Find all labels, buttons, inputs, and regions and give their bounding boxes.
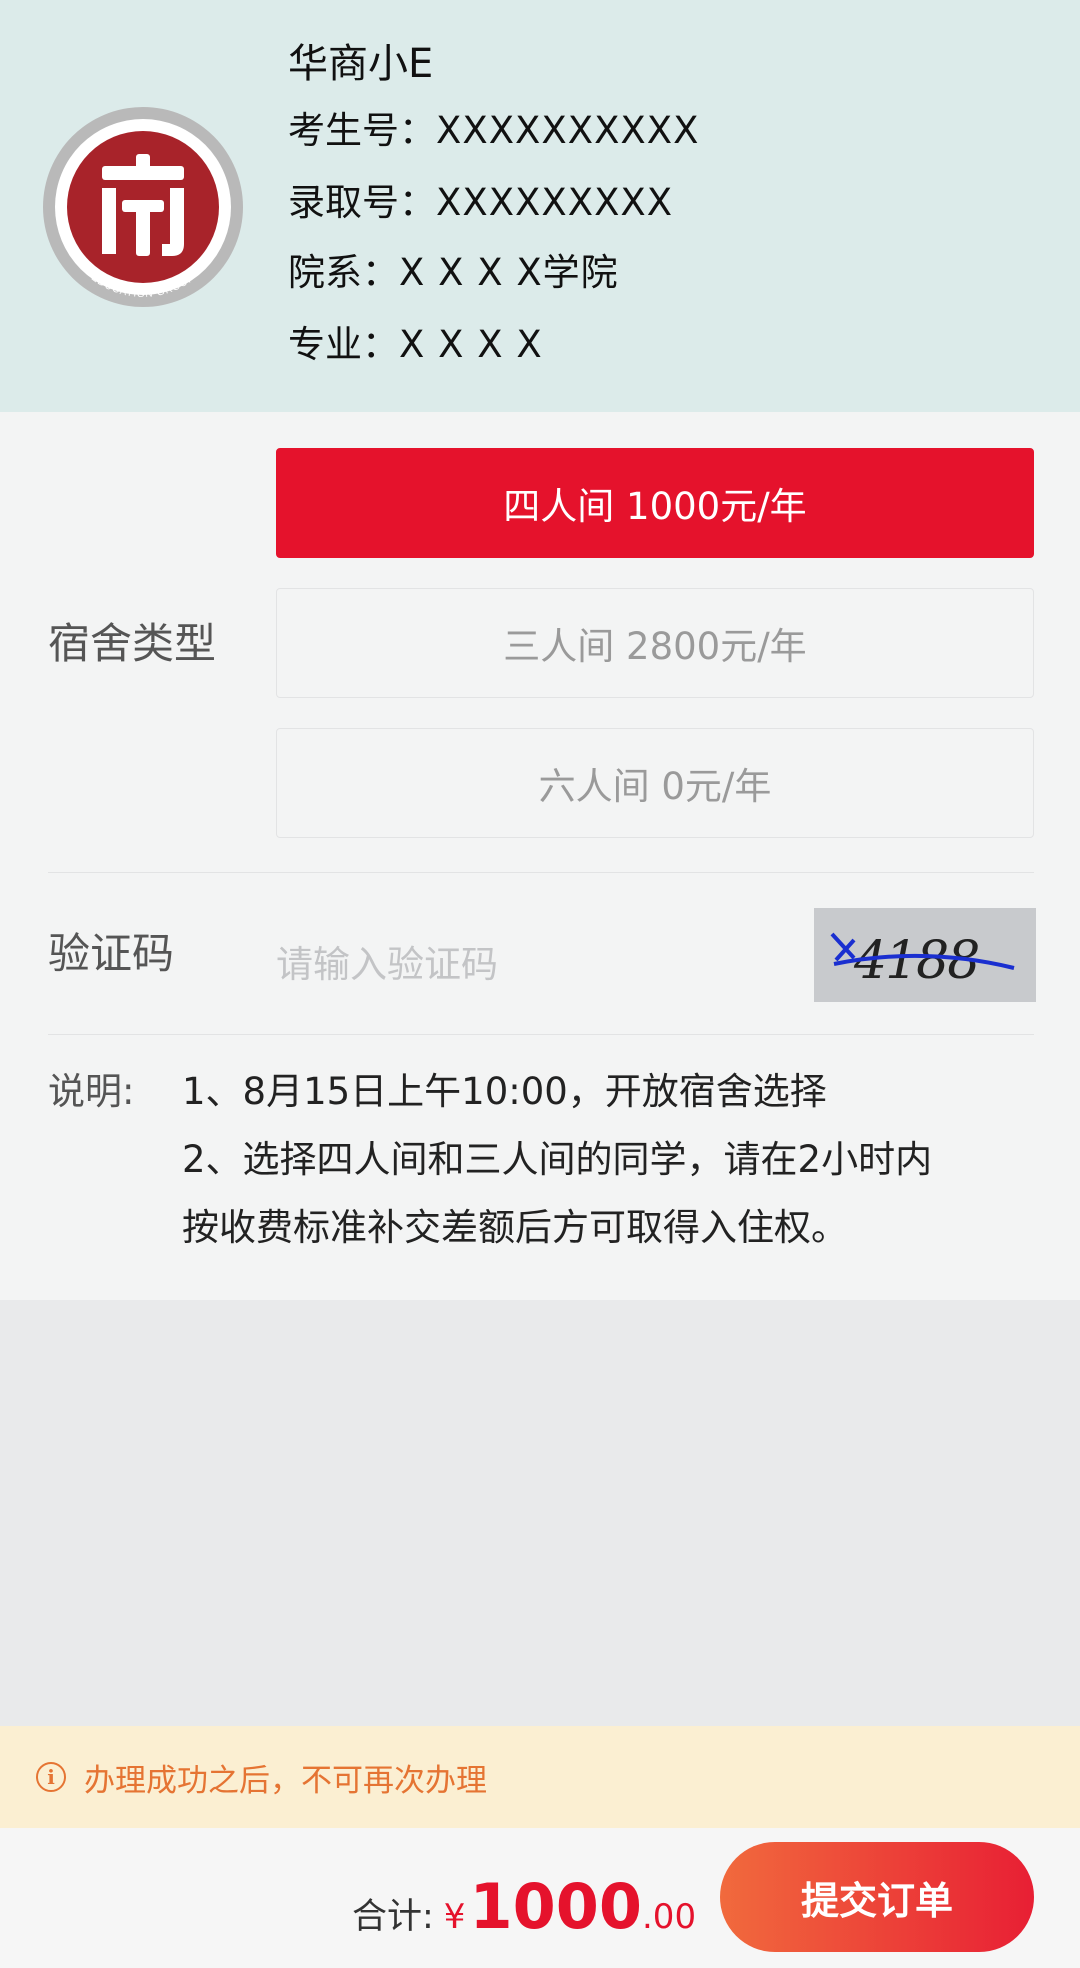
- room-option-four[interactable]: 四人间 1000元/年: [276, 448, 1034, 558]
- divider: [48, 1034, 1034, 1035]
- captcha-label: 验证码: [48, 929, 175, 978]
- student-name: 华商小E: [288, 41, 434, 87]
- currency-symbol: ¥: [443, 1897, 466, 1937]
- room-option-six[interactable]: 六人间 0元/年: [276, 728, 1034, 838]
- huashang-logo: HUASHANG EDUCATION GROUP: [40, 104, 246, 310]
- total-amount: 合计: ¥ 1000 .00: [352, 1828, 696, 1968]
- amount-integer: 1000: [469, 1870, 642, 1943]
- captcha-text: 4188: [853, 931, 979, 991]
- major-value: X X X X: [399, 323, 543, 366]
- exam-number-row: 考生号：XXXXXXXXXX: [288, 106, 699, 156]
- captcha-input[interactable]: [276, 924, 776, 1004]
- amount-decimal: .00: [642, 1897, 697, 1937]
- captcha-image[interactable]: 4188: [814, 908, 1036, 1002]
- warning-text: 办理成功之后，不可再次办理: [84, 1762, 487, 1799]
- warning-bar: i 办理成功之后，不可再次办理: [0, 1726, 1080, 1828]
- logo-emblem-icon: HUASHANG EDUCATION GROUP: [43, 107, 243, 307]
- note-line-1: 1、8月15日上午10:00，开放宿舍选择: [182, 1070, 827, 1113]
- profile-header: HUASHANG EDUCATION GROUP 华商小E 考生号：XXXXXX…: [0, 0, 1080, 412]
- admission-number-value: XXXXXXXXX: [436, 181, 674, 224]
- divider: [48, 872, 1034, 873]
- total-label: 合计:: [352, 1897, 434, 1937]
- captcha-graphic: 4188: [814, 908, 1036, 1002]
- info-icon: i: [36, 1762, 66, 1792]
- submit-order-button[interactable]: 提交订单: [720, 1842, 1034, 1952]
- exam-number-value: XXXXXXXXXX: [436, 109, 700, 152]
- checkout-bar: 合计: ¥ 1000 .00 提交订单: [0, 1828, 1080, 1968]
- room-type-label: 宿舍类型: [48, 619, 217, 668]
- notes-label: 说明:: [48, 1070, 135, 1113]
- dorm-form: 四人间 1000元/年 宿舍类型 三人间 2800元/年 六人间 0元/年 验证…: [0, 412, 1080, 1300]
- department-row: 院系：X X X X学院: [288, 248, 619, 298]
- admission-number-label: 录取号：: [288, 181, 436, 224]
- department-label: 院系：: [288, 251, 399, 294]
- major-label: 专业：: [288, 323, 399, 366]
- note-line-3: 按收费标准补交差额后方可取得入住权。: [182, 1206, 848, 1249]
- exam-number-label: 考生号：: [288, 109, 436, 152]
- admission-number-row: 录取号：XXXXXXXXX: [288, 178, 673, 228]
- major-row: 专业：X X X X: [288, 320, 543, 370]
- room-option-three[interactable]: 三人间 2800元/年: [276, 588, 1034, 698]
- note-line-2: 2、选择四人间和三人间的同学，请在2小时内: [182, 1138, 933, 1181]
- department-value: X X X X学院: [399, 251, 619, 294]
